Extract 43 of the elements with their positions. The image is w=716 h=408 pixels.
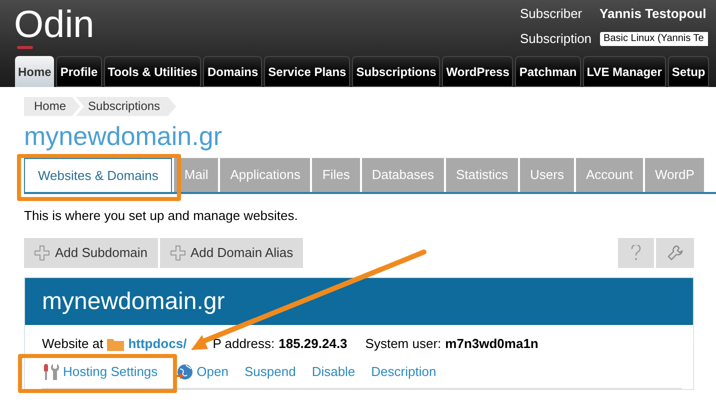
subscription-select[interactable]: Basic Linux (Yannis Te (600, 32, 708, 46)
plus-icon (34, 244, 50, 260)
subscription-label: Subscription (520, 30, 592, 48)
nav-tab[interactable]: Profile (56, 56, 102, 87)
action-link[interactable]: Description (371, 362, 436, 382)
add-button[interactable]: Add Subdomain (24, 238, 158, 268)
wrench-icon (667, 244, 683, 260)
nav-tab[interactable]: WordPress (442, 56, 514, 87)
action-link[interactable]: Open (174, 362, 228, 382)
docroot-link[interactable]: httpdocs/ (128, 334, 187, 354)
subscriber-name: Yannis Testopoul (600, 6, 708, 23)
nav-tab[interactable]: Setup (668, 56, 710, 87)
help-icon (631, 244, 641, 260)
folder-icon (107, 336, 124, 350)
breadcrumb-link[interactable]: Subscriptions (76, 97, 176, 116)
help-button[interactable] (618, 238, 654, 268)
plus-icon (170, 244, 186, 260)
subscriber-label: Subscriber (520, 6, 584, 23)
settings-button[interactable] (656, 238, 694, 268)
nav-tab[interactable]: Service Plans (264, 56, 350, 87)
description-text: This is where you set up and manage websites. (24, 207, 298, 225)
logo-underline (17, 46, 33, 49)
user-value: m7n3wd0ma1n (445, 334, 538, 353)
breadcrumb-link[interactable]: Home (24, 97, 80, 116)
ip-label: P address: (212, 334, 275, 353)
logo: Odin (14, 4, 94, 46)
user-label: System user: (365, 334, 442, 353)
tab[interactable]: Websites & Domains (24, 158, 172, 192)
tools-icon (42, 362, 60, 380)
nav-tab[interactable]: Domains (203, 56, 262, 87)
domain-header: mynewdomain.gr (25, 278, 693, 324)
nav-tab[interactable]: Tools & Utilities (104, 56, 202, 87)
ip-value: 185.29.24.3 (278, 334, 348, 353)
website-label: Website at (42, 334, 104, 353)
action-link[interactable]: Hosting Settings (42, 362, 158, 382)
action-link[interactable]: Disable (312, 362, 356, 382)
action-link[interactable]: Suspend (244, 362, 296, 382)
nav-tab[interactable]: Patchman (515, 56, 581, 87)
page-title: mynewdomain.gr (24, 121, 222, 151)
nav-tab[interactable]: Subscriptions (352, 56, 440, 87)
nav-tab[interactable]: Home (15, 56, 54, 87)
add-button[interactable]: Add Domain Alias (160, 238, 304, 268)
nav-tab[interactable]: LVE Manager (582, 56, 666, 87)
